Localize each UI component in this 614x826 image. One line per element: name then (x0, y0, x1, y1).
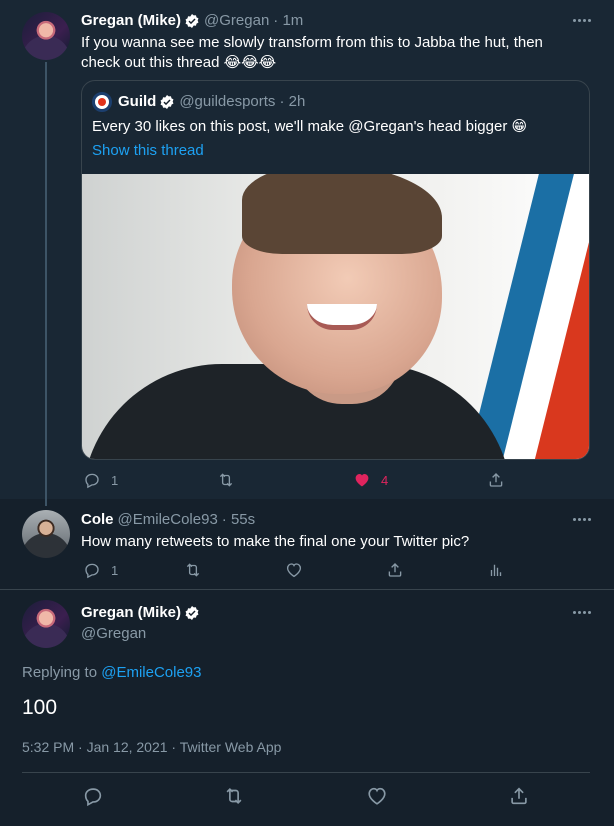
reply-icon (85, 473, 99, 489)
verified-badge-icon (185, 605, 199, 620)
replying-to-label: Replying to (22, 664, 102, 681)
verified-badge-icon (185, 13, 199, 28)
author-handle[interactable]: @EmileCole93 (118, 511, 218, 528)
retweet-button[interactable] (184, 561, 202, 579)
tweet-text: 100 (22, 696, 58, 719)
analytics-button[interactable] (487, 561, 505, 579)
tweet-header: Gregan (Mike) (81, 604, 200, 621)
analytics-icon (490, 564, 502, 576)
retweet-icon (219, 473, 233, 487)
share-button[interactable] (508, 785, 530, 807)
author-name[interactable]: Gregan (Mike) (81, 604, 181, 621)
heart-icon (286, 563, 302, 578)
replying-to: Replying to @EmileCole93 (22, 664, 202, 681)
share-icon (489, 473, 503, 487)
heart-icon (355, 474, 369, 487)
reply-icon (84, 788, 102, 807)
tweet-meta[interactable]: 5:32 PM · Jan 12, 2021 · Twitter Web App (22, 739, 281, 755)
retweet-icon (226, 787, 242, 805)
share-icon (511, 787, 527, 805)
tweet-timestamp[interactable]: · 55s (222, 511, 255, 528)
reply-icon (85, 563, 99, 579)
retweet-button[interactable] (223, 785, 245, 807)
more-icon[interactable] (573, 518, 591, 521)
divider (0, 589, 614, 590)
like-button[interactable] (366, 785, 388, 807)
author-handle[interactable]: @Gregan (81, 625, 146, 642)
retweet-button[interactable] (217, 471, 235, 489)
reply-button[interactable] (82, 785, 104, 807)
tweet-text: If you wanna see me slowly transform fro… (81, 34, 543, 71)
retweet-icon (186, 563, 200, 577)
verified-badge-icon (160, 94, 174, 109)
quoted-tweet[interactable]: Guild @guildesports · 2h Every 30 likes … (81, 80, 590, 460)
author-name[interactable]: Cole (81, 511, 114, 528)
author-name[interactable]: Gregan (Mike) (81, 12, 181, 29)
guild-logo-avatar[interactable] (92, 92, 112, 112)
photo-hair (242, 174, 442, 254)
avatar[interactable] (22, 12, 70, 60)
show-thread-link[interactable]: Show this thread (92, 142, 204, 159)
divider (22, 772, 590, 773)
quoted-tweet-photo[interactable] (82, 174, 589, 459)
quoted-author-name: Guild (118, 93, 157, 110)
heart-icon (368, 787, 386, 805)
quoted-tweet-timestamp: · 2h (279, 93, 306, 110)
thread-connector-line (45, 62, 47, 506)
reply-count: 1 (111, 562, 119, 578)
reply-button[interactable]: 1 (83, 561, 118, 579)
author-handle[interactable]: @Gregan (204, 12, 269, 29)
more-icon[interactable] (573, 19, 591, 22)
like-button[interactable] (285, 561, 303, 579)
share-icon (388, 563, 402, 577)
like-button[interactable]: 4 (353, 471, 388, 489)
reply-button[interactable]: 1 (83, 471, 118, 489)
tweet-text: How many retweets to make the final one … (81, 533, 470, 550)
tweet-timestamp[interactable]: · 1m (273, 12, 303, 29)
more-icon[interactable] (573, 611, 591, 614)
tweet-header: Gregan (Mike) @Gregan · 1m (81, 12, 303, 29)
avatar[interactable] (22, 600, 70, 648)
quoted-tweet-header: Guild @guildesports · 2h (118, 93, 305, 110)
share-button[interactable] (487, 471, 505, 489)
like-count: 4 (381, 472, 389, 488)
quoted-tweet-text: Every 30 likes on this post, we'll make … (92, 118, 528, 135)
quoted-author-handle: @guildesports (179, 93, 276, 110)
reply-count: 1 (111, 472, 119, 488)
avatar[interactable] (22, 510, 70, 558)
replying-to-handle-link[interactable]: @EmileCole93 (101, 664, 201, 681)
share-button[interactable] (386, 561, 404, 579)
tweet-header: Cole @EmileCole93 · 55s (81, 511, 255, 528)
